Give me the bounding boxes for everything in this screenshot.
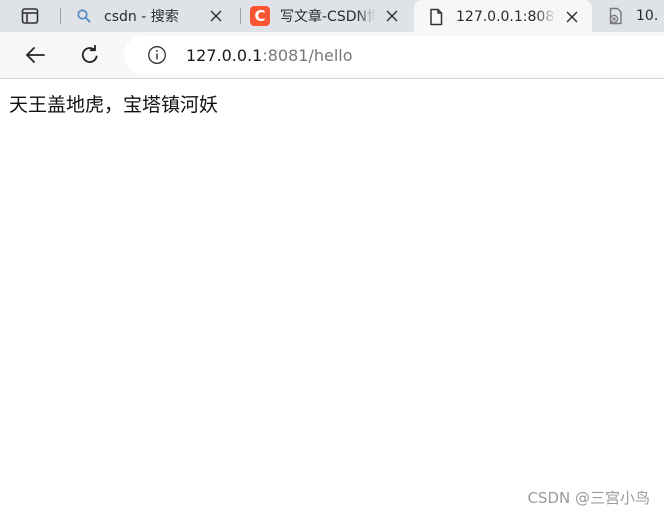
browser-window: csdn - 搜索 C 写文章-CSDN博客 <box>0 0 664 518</box>
url-host: 127.0.0.1 <box>186 45 263 65</box>
search-icon <box>74 6 94 26</box>
document-icon <box>426 7 446 27</box>
tab-separator <box>240 8 241 24</box>
close-tab-button[interactable] <box>382 6 402 26</box>
tab-10[interactable]: 10. <box>596 0 664 32</box>
csdn-logo-icon: C <box>250 6 270 26</box>
address-bar[interactable]: 127.0.0.1:8081/hello <box>124 36 664 74</box>
page-viewport: 天王盖地虎，宝塔镇河妖 CSDN @三宫小鸟 <box>0 79 664 518</box>
close-icon <box>386 10 398 22</box>
close-icon <box>210 10 222 22</box>
url-path: :8081/hello <box>262 45 353 65</box>
tab-csdn-search[interactable]: csdn - 搜索 <box>64 0 238 32</box>
tab-localhost-hello[interactable]: 127.0.0.1:8081/hello <box>414 0 592 32</box>
reload-button[interactable] <box>74 39 106 71</box>
back-arrow-icon <box>26 47 45 63</box>
reload-icon <box>81 44 98 63</box>
tab-csdn-editor[interactable]: C 写文章-CSDN博客 <box>242 0 412 32</box>
close-tab-button[interactable] <box>562 7 582 27</box>
tab-title: 127.0.0.1:8081/hello <box>456 8 556 25</box>
tab-strip: csdn - 搜索 C 写文章-CSDN博客 <box>0 0 664 32</box>
url-text: 127.0.0.1:8081/hello <box>186 46 353 65</box>
toolbar: 127.0.0.1:8081/hello <box>0 32 664 78</box>
tab-separator <box>60 8 61 24</box>
back-button[interactable] <box>19 39 51 71</box>
site-info-button[interactable] <box>146 44 168 66</box>
broken-page-icon <box>606 6 626 26</box>
page-body-text: 天王盖地虎，宝塔镇河妖 <box>9 94 219 116</box>
tab-title: csdn - 搜索 <box>104 9 179 25</box>
info-icon <box>148 46 166 64</box>
csdn-logo-letter: C <box>250 6 270 26</box>
close-icon <box>566 10 578 23</box>
tab-actions-button[interactable] <box>8 4 52 28</box>
tab-title: 写文章-CSDN博客 <box>280 9 376 25</box>
tab-title: 10. <box>636 8 659 24</box>
csdn-watermark: CSDN @三宫小鸟 <box>527 489 650 507</box>
tab-actions-icon <box>21 8 39 24</box>
close-tab-button[interactable] <box>206 6 226 26</box>
